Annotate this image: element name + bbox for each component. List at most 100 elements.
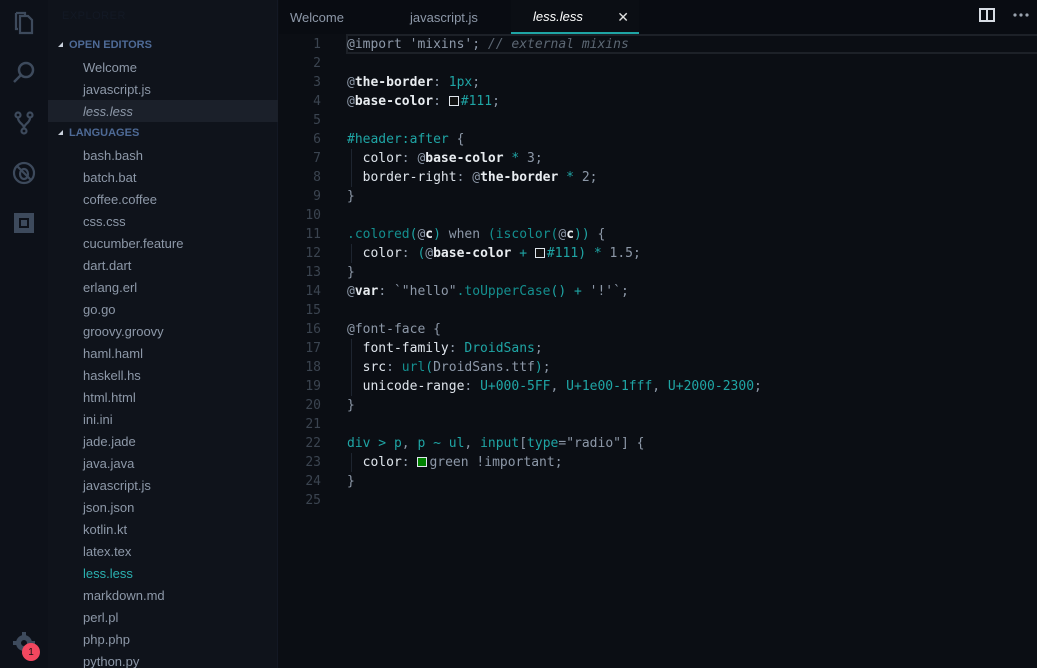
code-line: 21 <box>279 415 1037 434</box>
file-item[interactable]: php.php <box>48 628 278 650</box>
file-item[interactable]: dart.dart <box>48 254 278 276</box>
open-editors-header[interactable]: OPEN EDITORS <box>48 34 278 56</box>
code-text: } <box>347 263 355 282</box>
code-token: * <box>586 246 610 261</box>
file-item[interactable]: kotlin.kt <box>48 518 278 540</box>
file-item[interactable]: less.less <box>48 562 278 584</box>
code-token: { <box>589 227 606 242</box>
code-token: unicode-range <box>362 379 465 394</box>
code-token: @font-face <box>347 322 426 337</box>
code-token: > <box>370 436 394 451</box>
tab-welcome[interactable]: Welcome <box>279 0 379 34</box>
file-item[interactable]: haskell.hs <box>48 364 278 386</box>
code-token: var <box>354 284 379 299</box>
files-icon[interactable] <box>9 8 39 38</box>
code-token: border-right <box>362 170 457 185</box>
line-number: 11 <box>305 227 321 242</box>
line-number: 1 <box>313 37 321 52</box>
file-item[interactable]: go.go <box>48 298 278 320</box>
code-line: 2 <box>279 54 1037 73</box>
color-swatch[interactable] <box>417 457 428 467</box>
file-item[interactable]: cucumber.feature <box>48 232 278 254</box>
file-item[interactable]: groovy.groovy <box>48 320 278 342</box>
tab-javascript[interactable]: javascript.js <box>379 0 511 34</box>
code-token: ; <box>620 284 629 299</box>
code-token: base-color <box>425 151 504 166</box>
code-token: 'mixins' <box>409 37 473 52</box>
line-number: 21 <box>305 417 321 432</box>
code-token: , <box>652 379 668 394</box>
explorer-sidebar: EXPLORER OPEN EDITORS Welcome javascript… <box>48 0 278 668</box>
code-token: ; <box>534 341 543 356</box>
tab-less-active[interactable]: less.less ✕ <box>511 0 639 34</box>
file-item[interactable]: html.html <box>48 386 278 408</box>
file-item[interactable]: css.css <box>48 210 278 232</box>
code-token: : <box>448 341 465 356</box>
file-item[interactable]: bash.bash <box>48 144 278 166</box>
file-item[interactable]: latex.tex <box>48 540 278 562</box>
code-line: 9} <box>279 187 1037 206</box>
file-item[interactable]: markdown.md <box>48 584 278 606</box>
file-item[interactable]: batch.bat <box>48 166 278 188</box>
file-item[interactable]: python.py <box>48 650 278 668</box>
expand-triangle-icon <box>58 129 63 135</box>
code-token: .toUpperCase <box>456 284 551 299</box>
file-item[interactable]: json.json <box>48 496 278 518</box>
open-editor-item[interactable]: Welcome <box>48 56 278 78</box>
tab-label: less.less <box>533 8 583 24</box>
line-number: 20 <box>305 398 321 413</box>
open-editor-item-active[interactable]: less.less <box>48 100 278 122</box>
code-line: 17 font-family: DroidSans; <box>279 339 1037 358</box>
code-token: U+2000-2300 <box>667 379 755 394</box>
color-swatch[interactable] <box>448 96 459 106</box>
file-item[interactable]: haml.haml <box>48 342 278 364</box>
open-editor-item[interactable]: javascript.js <box>48 78 278 100</box>
extensions-icon[interactable] <box>9 208 39 238</box>
more-actions-icon[interactable] <box>1013 12 1029 18</box>
tab-label: javascript.js <box>410 9 478 25</box>
split-editor-icon[interactable] <box>979 8 995 22</box>
color-swatch[interactable] <box>534 248 545 258</box>
code-token: ; <box>554 455 563 470</box>
file-item[interactable]: perl.pl <box>48 606 278 628</box>
code-editor[interactable]: 1 @import 'mixins'; // external mixins 2 3 @… <box>279 34 1037 668</box>
line-number: 8 <box>313 170 321 185</box>
file-item[interactable]: javascript.js <box>48 474 278 496</box>
code-line: 13} <box>279 263 1037 282</box>
debug-icon[interactable] <box>9 158 39 188</box>
code-text: src: url(DroidSans.ttf); <box>347 358 551 377</box>
code-token: @ <box>347 284 355 299</box>
code-token: `"hello" <box>393 284 457 299</box>
code-text: border-right: @the-border * 2; <box>347 168 598 187</box>
search-icon[interactable] <box>9 58 39 88</box>
code-token: #111 <box>546 246 579 261</box>
source-control-icon[interactable] <box>9 108 39 138</box>
indent-guide <box>351 339 352 396</box>
close-icon[interactable]: ✕ <box>617 9 629 26</box>
code-token: ; <box>492 94 500 109</box>
file-item[interactable]: java.java <box>48 452 278 474</box>
file-item[interactable]: erlang.erl <box>48 276 278 298</box>
code-text: } <box>347 396 355 415</box>
indent-guide <box>351 149 352 187</box>
languages-header[interactable]: LANGUAGES <box>48 122 278 144</box>
code-text: @import 'mixins'; // external mixins <box>347 35 629 54</box>
code-token: ] { <box>620 436 645 451</box>
code-token: type <box>527 436 559 451</box>
code-token: ul <box>448 436 465 451</box>
sidebar-title: EXPLORER <box>62 10 126 22</box>
file-item[interactable]: ini.ini <box>48 408 278 430</box>
file-item[interactable]: coffee.coffee <box>48 188 278 210</box>
code-line: 11 .colored(@c) when (iscolor(@c)) { <box>279 225 1037 244</box>
code-token: { <box>425 322 441 337</box>
code-token: 1px <box>448 75 473 90</box>
code-token: // external mixins <box>487 37 629 52</box>
line-number: 14 <box>305 284 321 299</box>
code-token: 1.5 <box>609 246 633 261</box>
code-token: the-border <box>354 75 434 90</box>
code-token: , <box>464 436 481 451</box>
code-token: ; <box>472 75 481 90</box>
activity-bar: 1 <box>0 0 48 668</box>
file-item[interactable]: jade.jade <box>48 430 278 452</box>
